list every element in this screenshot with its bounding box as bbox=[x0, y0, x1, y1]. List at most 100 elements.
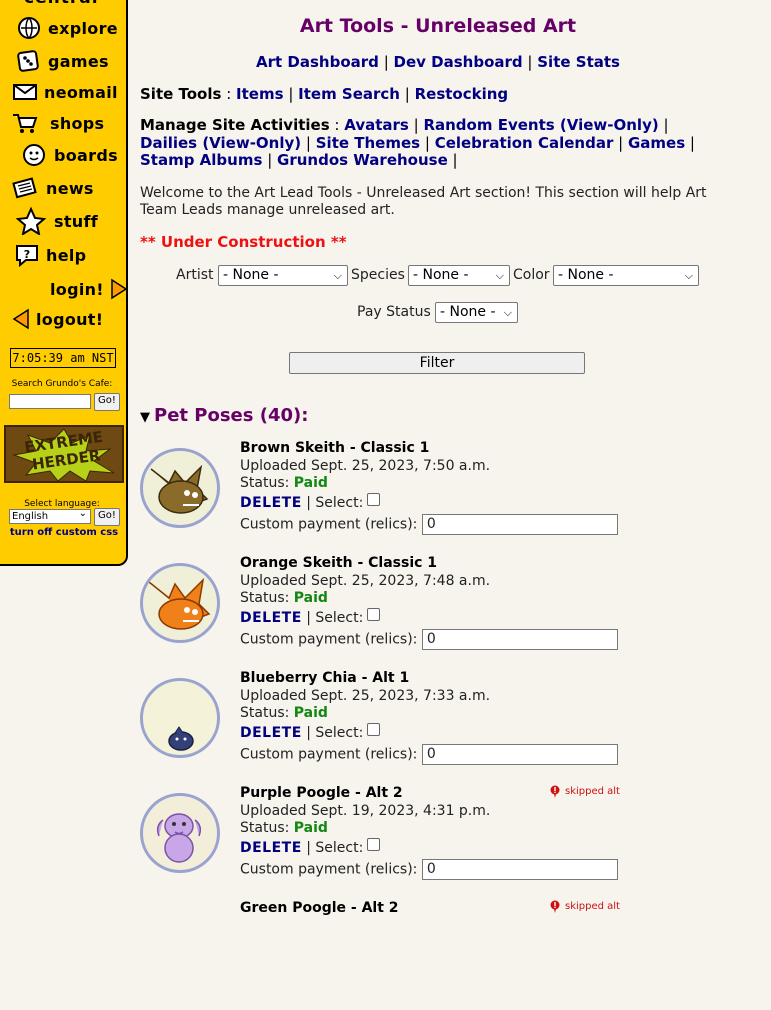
dashboard-links: Art Dashboard | Dev Dashboard | Site Sta… bbox=[256, 53, 620, 71]
page-title: Art Tools - Unreleased Art bbox=[299, 15, 577, 37]
welcome-text: Welcome to the Art Lead Tools - Unreleas… bbox=[140, 185, 707, 218]
chia-blueberry-icon bbox=[168, 726, 194, 751]
site-logo[interactable]: central bbox=[24, 0, 99, 8]
item-search-link[interactable]: Item Search bbox=[298, 85, 400, 103]
chevron-down-icon: ⌵ bbox=[495, 269, 504, 282]
search-input[interactable] bbox=[9, 394, 91, 409]
envelope-icon bbox=[10, 79, 40, 105]
pose-info: Brown Skeith - Classic 1 Uploaded Sept. … bbox=[240, 440, 618, 535]
items-link[interactable]: Items bbox=[236, 85, 283, 103]
pose-uploaded: Sept. 25, 2023, 7:33 a.m. bbox=[311, 687, 491, 704]
globe-icon bbox=[14, 15, 44, 41]
custom-payment-input[interactable]: 0 bbox=[421, 744, 618, 765]
dailies-link[interactable]: Dailies (View-Only) bbox=[140, 134, 301, 152]
nav-boards[interactable]: boards bbox=[20, 140, 118, 170]
pay-status-label: Pay Status bbox=[357, 304, 431, 320]
site-themes-link[interactable]: Site Themes bbox=[316, 134, 420, 152]
search-label: Search Grundo's Cafe: bbox=[11, 379, 113, 389]
avatars-link[interactable]: Avatars bbox=[344, 116, 409, 134]
help-icon: ? bbox=[12, 242, 42, 268]
delete-link[interactable]: DELETE bbox=[240, 610, 302, 626]
pose-thumbnail[interactable] bbox=[140, 563, 220, 643]
nav-shops[interactable]: shops bbox=[10, 108, 104, 138]
restocking-link[interactable]: Restocking bbox=[415, 85, 509, 103]
species-select-value: - None - bbox=[413, 267, 469, 283]
nav-login[interactable]: login! bbox=[50, 274, 134, 304]
pose-item: Orange Skeith - Classic 1 Uploaded Sept.… bbox=[140, 555, 740, 665]
stamp-albums-link[interactable]: Stamp Albums bbox=[140, 151, 262, 169]
pose-name: Orange Skeith - Classic 1 bbox=[240, 555, 438, 571]
chevron-down-icon: ⌵ bbox=[503, 306, 512, 319]
delete-link[interactable]: DELETE bbox=[240, 495, 302, 511]
pose-status: Paid bbox=[293, 590, 328, 606]
delete-link[interactable]: DELETE bbox=[240, 840, 302, 856]
pose-info: Purple Poogle - Alt 2 Uploaded Sept. 19,… bbox=[240, 785, 618, 880]
extreme-herder-banner[interactable]: EXTREME HERDER bbox=[4, 425, 124, 483]
nav-logout[interactable]: logout! bbox=[6, 304, 103, 334]
nav-neomail[interactable]: neomail bbox=[10, 77, 118, 107]
pose-thumbnail[interactable] bbox=[140, 678, 220, 758]
chevron-down-icon: ⌵ bbox=[684, 269, 693, 282]
nav-stuff[interactable]: stuff bbox=[16, 206, 98, 236]
species-label: Species bbox=[351, 267, 405, 283]
pay-status-select[interactable]: - None - ⌵ bbox=[435, 302, 518, 323]
nav-help[interactable]: ? help bbox=[12, 240, 86, 270]
nav-label: stuff bbox=[54, 211, 98, 231]
delete-link[interactable]: DELETE bbox=[240, 725, 302, 741]
custom-payment-input[interactable]: 0 bbox=[421, 514, 618, 535]
skipped-alt-badge: skipped alt bbox=[550, 785, 620, 798]
pose-info: Blueberry Chia - Alt 1 Uploaded Sept. 25… bbox=[240, 670, 618, 765]
svg-text:?: ? bbox=[24, 248, 30, 261]
skeith-brown-icon bbox=[150, 464, 209, 514]
skipped-alt-text: skipped alt bbox=[565, 786, 620, 797]
custom-payment-input[interactable]: 0 bbox=[421, 859, 618, 880]
under-construction-notice: ** Under Construction ** bbox=[140, 233, 347, 251]
nav-label: boards bbox=[54, 145, 118, 165]
nav-label: explore bbox=[48, 18, 118, 38]
language-go-button[interactable]: Go! bbox=[94, 508, 120, 526]
color-select[interactable]: - None - ⌵ bbox=[553, 265, 699, 286]
pose-item: Blueberry Chia - Alt 1 Uploaded Sept. 25… bbox=[140, 670, 740, 780]
nav-games[interactable]: games bbox=[14, 46, 109, 76]
select-checkbox[interactable] bbox=[367, 722, 381, 736]
select-checkbox[interactable] bbox=[367, 837, 381, 851]
pose-item: Brown Skeith - Classic 1 Uploaded Sept. … bbox=[140, 440, 740, 550]
nav-news[interactable]: news bbox=[10, 173, 94, 203]
manage-activities-row: Manage Site Activities : Avatars | Rando… bbox=[140, 116, 695, 169]
art-dashboard-link[interactable]: Art Dashboard bbox=[256, 53, 379, 71]
arrow-right-icon bbox=[104, 276, 134, 302]
pose-name: Brown Skeith - Classic 1 bbox=[240, 440, 430, 456]
pose-status: Paid bbox=[293, 705, 328, 721]
language-select[interactable]: English bbox=[9, 507, 91, 524]
species-select[interactable]: - None - ⌵ bbox=[408, 265, 510, 286]
dev-dashboard-link[interactable]: Dev Dashboard bbox=[394, 53, 523, 71]
pet-poses-title: Pet Poses (40): bbox=[154, 405, 309, 426]
newspaper-icon bbox=[10, 175, 40, 201]
site-stats-link[interactable]: Site Stats bbox=[537, 53, 620, 71]
nav-label: login! bbox=[50, 279, 104, 299]
pose-thumbnail[interactable] bbox=[140, 793, 220, 873]
filter-button[interactable]: Filter bbox=[289, 352, 585, 374]
artist-label: Artist bbox=[176, 267, 214, 283]
nav-explore[interactable]: explore bbox=[14, 13, 118, 43]
cart-icon bbox=[10, 110, 40, 136]
select-checkbox[interactable] bbox=[367, 492, 381, 506]
artist-select[interactable]: - None - ⌵ bbox=[218, 265, 348, 286]
select-checkbox[interactable] bbox=[367, 607, 381, 621]
pose-thumbnail[interactable] bbox=[140, 448, 220, 528]
pose-uploaded: Sept. 25, 2023, 7:50 a.m. bbox=[311, 457, 491, 474]
custom-css-link[interactable]: turn off custom css bbox=[0, 527, 128, 538]
grundos-warehouse-link[interactable]: Grundos Warehouse bbox=[277, 151, 448, 169]
pose-name: Blueberry Chia - Alt 1 bbox=[240, 670, 410, 686]
search-go-button[interactable]: Go! bbox=[94, 393, 120, 411]
random-events-link[interactable]: Random Events (View-Only) bbox=[423, 116, 658, 134]
skeith-orange-icon bbox=[148, 577, 211, 630]
games-link[interactable]: Games bbox=[628, 134, 685, 152]
custom-payment-input[interactable]: 0 bbox=[421, 629, 618, 650]
pose-status: Paid bbox=[293, 475, 328, 491]
celebration-calendar-link[interactable]: Celebration Calendar bbox=[435, 134, 614, 152]
pose-item: Green Poogle - Alt 2 skipped alt bbox=[140, 900, 740, 1010]
star-icon bbox=[16, 207, 46, 235]
pose-uploaded: Sept. 25, 2023, 7:48 a.m. bbox=[311, 572, 491, 589]
pet-poses-toggle[interactable]: ▼ Pet Poses (40): bbox=[140, 405, 308, 426]
